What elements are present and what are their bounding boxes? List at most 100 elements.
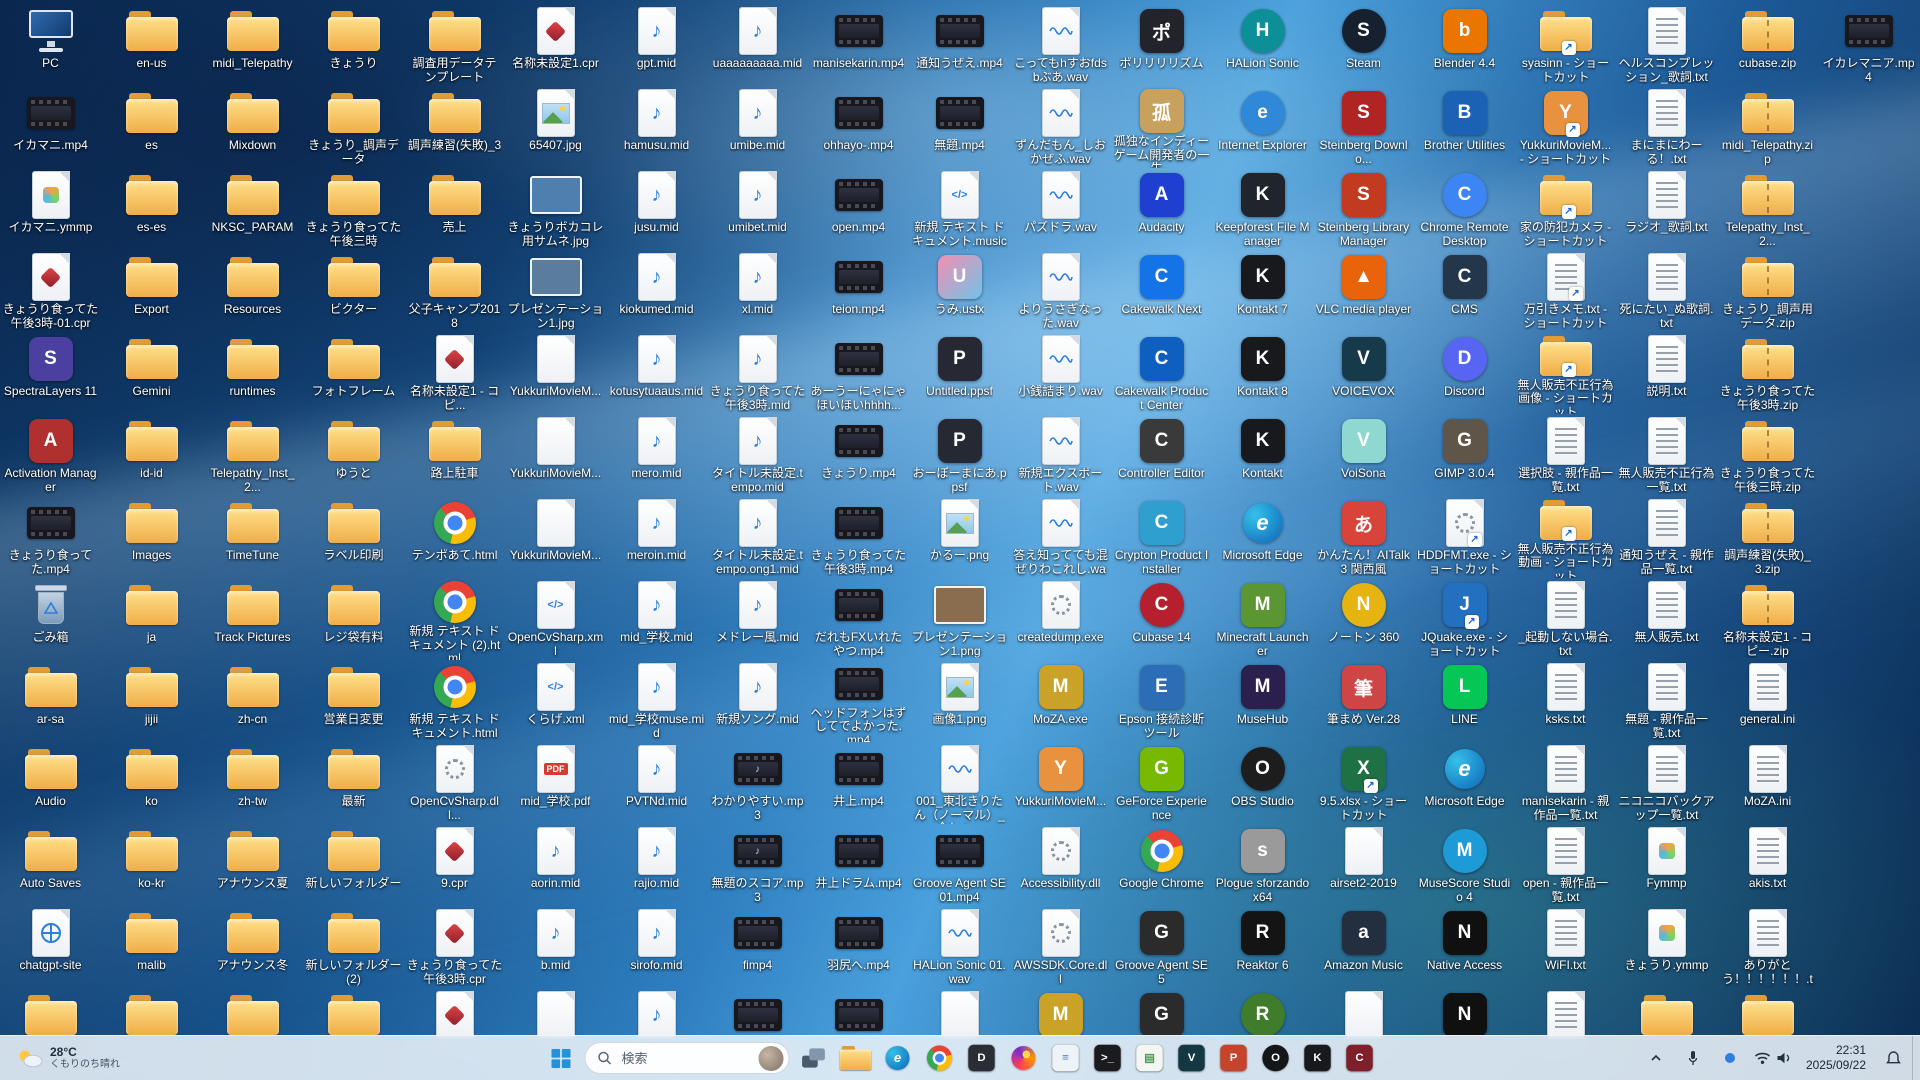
taskbar-clock[interactable]: 22:31 2025/09/22 [1798,1041,1874,1075]
desktop-icon[interactable]: ニコニコバックアップ一覧.txt [1616,742,1717,824]
desktop-icon[interactable]: ar-sa [0,660,101,742]
desktop-icon[interactable]: M MuseHub [1212,660,1313,742]
desktop-icon[interactable]: ↗ 家の防犯カメラ - ショートカット [1515,168,1616,250]
desktop-icon[interactable]: OpenCvSharp.dll... [404,742,505,824]
desktop-icon[interactable]: ありがとう！！！！！！.txt [1717,906,1818,988]
desktop-icon[interactable]: Images [101,496,202,578]
desktop-icon[interactable]: zh-cn [202,660,303,742]
desktop-icon[interactable]: es-es [101,168,202,250]
desktop-icon[interactable]: ksks.txt [1515,660,1616,742]
desktop-icon[interactable]: 路上駐車 [404,414,505,496]
desktop-icon[interactable]: あーうーにゃにゃほいほいhhhh... [808,332,909,414]
desktop-icon[interactable]: en-us [101,4,202,86]
desktop-icon[interactable]: ゆうと [303,414,404,496]
desktop-icon[interactable]: 孤孤独なインディーゲーム開発者の一生... [1111,86,1212,168]
desktop-icon[interactable]: Groove Agent SE 01.mp4 [909,824,1010,906]
desktop-icon[interactable]: Resources [202,250,303,332]
desktop-icon[interactable]: B Brother Utilities [1414,86,1515,168]
desktop-icon[interactable]: よりうさぎなった.wav [1010,250,1111,332]
desktop-icon[interactable]: H HALion Sonic [1212,4,1313,86]
desktop-icon[interactable]: Google Chrome [1111,824,1212,906]
desktop-icon[interactable]: 名称未設定1 - コピー.zip [1717,578,1818,660]
desktop-icon[interactable]: a Amazon Music [1313,906,1414,988]
desktop-icon[interactable]: きょうり.ymmp [1616,906,1717,988]
desktop-icon[interactable]: きょうり食ってた午後3時-01.cpr [0,250,101,332]
desktop-icon[interactable]: 通知うぜえ.mp4 [909,4,1010,86]
desktop-icon[interactable]: あかんたん！AITalk 3 関西風 [1313,496,1414,578]
desktop-icon[interactable]: C CMS [1414,250,1515,332]
desktop-icon[interactable]: ごみ箱 [0,578,101,660]
desktop-icon[interactable]: PDF mid_学校.pdf [505,742,606,824]
desktop-icon[interactable]: ▲ VLC media player [1313,250,1414,332]
desktop-icon[interactable]: ♪ hamusu.mid [606,86,707,168]
desktop-icon[interactable]: ♪ gpt.mid [606,4,707,86]
desktop-icon[interactable]: きょうりボカコレ用サムネ.jpg [505,168,606,250]
desktop-icon[interactable]: ♪ タイトル未設定.tempo.mid [707,414,808,496]
desktop-icon[interactable]: きょうり_調声用データ.zip [1717,250,1818,332]
desktop-icon[interactable]: 65407.jpg [505,86,606,168]
taskbar-microsoft-edge[interactable]: e [878,1038,918,1078]
desktop-icon[interactable]: S Steinberg Library Manager [1313,168,1414,250]
desktop-icon[interactable]: zh-tw [202,742,303,824]
desktop-icon[interactable]: 9.cpr [404,824,505,906]
desktop-icon[interactable]: id-id [101,414,202,496]
desktop-icon[interactable]: 売上 [404,168,505,250]
desktop-icon[interactable]: ♪ わかりやすい.mp3 [707,742,808,824]
desktop-icon[interactable]: ラベル印刷 [303,496,404,578]
desktop-icon[interactable]: G GIMP 3.0.4 [1414,414,1515,496]
desktop-icon[interactable]: 無人販売不正行為一覧.txt [1616,414,1717,496]
taskbar-terminal[interactable]: >_ [1088,1038,1128,1078]
desktop-icon[interactable]: O OBS Studio [1212,742,1313,824]
desktop-icon[interactable]: ♪ aorin.mid [505,824,606,906]
desktop-icon[interactable]: </> OpenCvSharp.xml [505,578,606,660]
desktop-icon[interactable]: ずんだもん_しおかぜふ.wav [1010,86,1111,168]
desktop-icon[interactable]: YukkuriMovieM... [505,414,606,496]
hidden-icons-chevron[interactable] [1638,1041,1674,1075]
desktop-icon[interactable]: K Kontakt [1212,414,1313,496]
desktop-icon[interactable]: open - 親作品一覧.txt [1515,824,1616,906]
desktop-icon[interactable]: ♪ mero.mid [606,414,707,496]
network-volume-group[interactable] [1749,1041,1797,1075]
desktop-icon[interactable]: chatgpt-site [0,906,101,988]
desktop-icon[interactable]: C Cubase 14 [1111,578,1212,660]
desktop-icon[interactable]: フォトフレーム [303,332,404,414]
desktop-icon[interactable]: ラジオ_歌詞.txt [1616,168,1717,250]
desktop-icon[interactable]: 筆筆まめ Ver.28 [1313,660,1414,742]
desktop-icon[interactable]: ポポリリリリズム [1111,4,1212,86]
desktop-icon[interactable]: M MuseScore Studio 4 [1414,824,1515,906]
weather-widget[interactable]: 28°C くもりのち晴れ [6,1036,130,1080]
desktop-icon[interactable]: ♪ PVTNd.mid [606,742,707,824]
desktop-icon[interactable]: 新規 テキスト ドキュメント.html [404,660,505,742]
desktop-icon[interactable]: ↗ 万引きメモ.txt - ショートカット [1515,250,1616,332]
desktop-icon[interactable]: ↗ 無人販売不正行為動画 - ショートカット [1515,496,1616,578]
desktop-icon[interactable]: テンポあて.html [404,496,505,578]
desktop-icon[interactable]: 小銭詰まり.wav [1010,332,1111,414]
desktop-icon[interactable]: ♪ kiokumed.mid [606,250,707,332]
desktop-icon[interactable]: ♪ uaaaaaaaaa.mid [707,4,808,86]
desktop-icon[interactable]: きょうり [303,4,404,86]
desktop-icon[interactable]: e Internet Explorer [1212,86,1313,168]
desktop-icon[interactable]: きょうり食ってた午後3時.zip [1717,332,1818,414]
desktop-icon[interactable]: V VoiSona [1313,414,1414,496]
taskbar-voicevox[interactable]: V [1172,1038,1212,1078]
desktop-icon[interactable]: 名称未設定1 - コピ... [404,332,505,414]
desktop-icon[interactable]: ♪ sirofo.mid [606,906,707,988]
desktop-icon[interactable]: open.mp4 [808,168,909,250]
desktop-icon[interactable]: _起動しない場合.txt [1515,578,1616,660]
desktop-icon[interactable]: ♪ rajio.mid [606,824,707,906]
desktop-icon[interactable]: 画像1.png [909,660,1010,742]
taskbar-cubase[interactable]: C [1340,1038,1380,1078]
desktop-icon[interactable]: 新規 テキスト ドキュメント (2).html [404,578,505,660]
desktop-icon[interactable]: 父子キャンプ2018 [404,250,505,332]
desktop-icon[interactable]: 通知うぜえ - 親作品一覧.txt [1616,496,1717,578]
desktop-icon[interactable]: Mixdown [202,86,303,168]
desktop-icon[interactable]: K Kontakt 8 [1212,332,1313,414]
desktop-icon[interactable]: P Untitled.ppsf [909,332,1010,414]
desktop-icon[interactable]: P おーぼーまにあ.ppsf [909,414,1010,496]
desktop-icon[interactable]: NKSC_PARAM [202,168,303,250]
desktop-icon[interactable]: e Microsoft Edge [1414,742,1515,824]
desktop-icon[interactable]: ビクター [303,250,404,332]
desktop-icon[interactable]: ohhayo-.mp4 [808,86,909,168]
desktop-icon[interactable]: レジ袋有料 [303,578,404,660]
microphone-tray-button[interactable] [1675,1041,1711,1075]
